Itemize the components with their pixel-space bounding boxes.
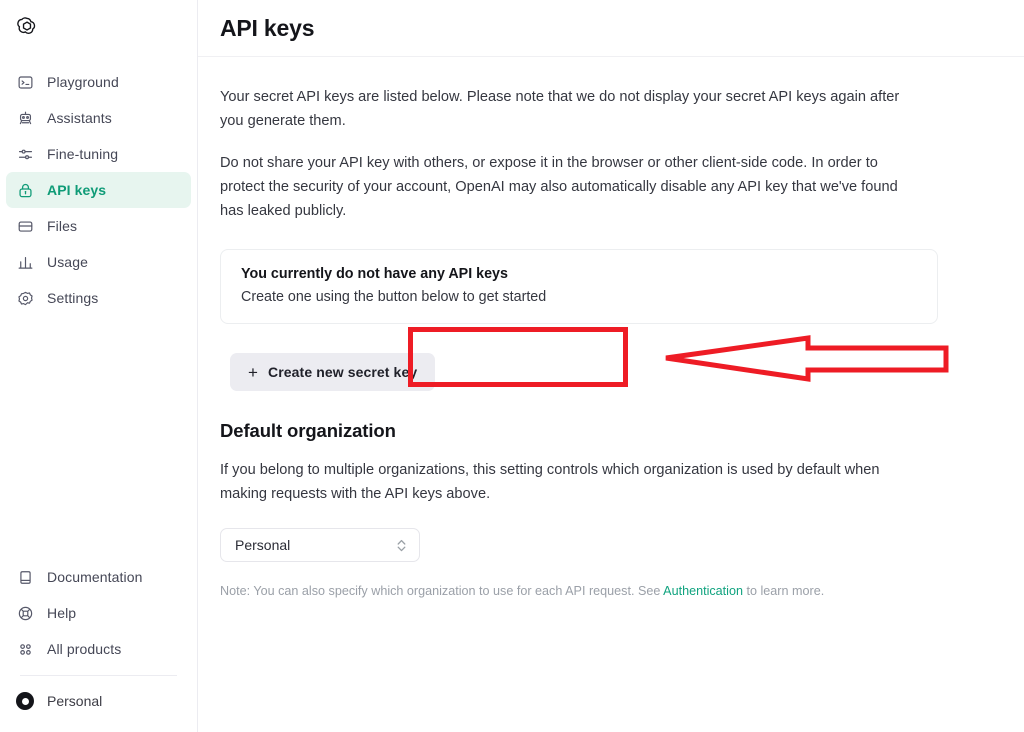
sidebar-item-settings[interactable]: Settings bbox=[6, 280, 191, 316]
content-body: Your secret API keys are listed below. P… bbox=[198, 57, 1024, 600]
sidebar-item-label: All products bbox=[47, 641, 122, 657]
avatar-icon bbox=[16, 692, 34, 710]
sliders-icon bbox=[16, 145, 34, 163]
sidebar-item-label: Documentation bbox=[47, 569, 143, 585]
book-icon bbox=[16, 568, 34, 586]
create-new-secret-key-button[interactable]: + Create new secret key bbox=[230, 353, 436, 391]
terminal-icon bbox=[16, 73, 34, 91]
create-key-row: + Create new secret key bbox=[220, 350, 1002, 394]
sidebar: Playground Assistants Fine-tuning API ke… bbox=[0, 0, 198, 732]
default-organization-description: If you belong to multiple organizations,… bbox=[220, 462, 880, 502]
authentication-link[interactable]: Authentication bbox=[663, 584, 743, 598]
sidebar-item-label: Settings bbox=[47, 290, 99, 306]
default-organization-heading: Default organization bbox=[220, 420, 396, 441]
robot-icon bbox=[16, 109, 34, 127]
page-header: API keys bbox=[198, 0, 1024, 56]
app-root: Playground Assistants Fine-tuning API ke… bbox=[0, 0, 1024, 732]
callout-title: You currently do not have any API keys bbox=[241, 266, 508, 282]
intro-paragraph-2: Do not share your API key with others, o… bbox=[220, 155, 898, 219]
folder-icon bbox=[16, 217, 34, 235]
sidebar-item-label: Help bbox=[47, 605, 77, 621]
sidebar-divider bbox=[20, 675, 177, 676]
sidebar-item-label: Playground bbox=[47, 74, 119, 90]
sidebar-user-label: Personal bbox=[47, 693, 103, 709]
sidebar-item-files[interactable]: Files bbox=[6, 208, 191, 244]
sidebar-item-help[interactable]: Help bbox=[6, 595, 191, 631]
sidebar-item-usage[interactable]: Usage bbox=[6, 244, 191, 280]
no-keys-callout: You currently do not have any API keys C… bbox=[220, 249, 938, 324]
chevron-updown-icon bbox=[396, 538, 407, 553]
sidebar-item-label: API keys bbox=[47, 182, 107, 198]
create-new-secret-key-label: Create new secret key bbox=[268, 364, 418, 380]
organization-select-wrap: Personal bbox=[220, 528, 1002, 562]
page-title: API keys bbox=[220, 14, 315, 41]
main-content: API keys Your secret API keys are listed… bbox=[198, 0, 1024, 732]
note-prefix: Note: You can also specify which organiz… bbox=[220, 584, 664, 598]
secondary-nav: Documentation Help All products Personal bbox=[0, 559, 197, 732]
primary-nav: Playground Assistants Fine-tuning API ke… bbox=[0, 64, 197, 316]
sidebar-item-all-products[interactable]: All products bbox=[6, 631, 191, 667]
sidebar-item-documentation[interactable]: Documentation bbox=[6, 559, 191, 595]
brand-logo[interactable] bbox=[0, 0, 197, 56]
sidebar-user-account[interactable]: Personal bbox=[6, 684, 191, 718]
callout-subtitle: Create one using the button below to get… bbox=[241, 289, 547, 305]
organization-note: Note: You can also specify which organiz… bbox=[220, 582, 1002, 600]
sidebar-item-label: Assistants bbox=[47, 110, 112, 126]
sidebar-item-label: Files bbox=[47, 218, 78, 234]
grid-icon bbox=[16, 640, 34, 658]
sidebar-item-playground[interactable]: Playground bbox=[6, 64, 191, 100]
plus-icon: + bbox=[248, 362, 259, 382]
organization-select-value: Personal bbox=[235, 537, 291, 553]
sidebar-item-assistants[interactable]: Assistants bbox=[6, 100, 191, 136]
lock-icon bbox=[16, 181, 34, 199]
note-suffix: to learn more. bbox=[743, 584, 825, 598]
organization-select[interactable]: Personal bbox=[220, 528, 420, 562]
intro-paragraph-1: Your secret API keys are listed below. P… bbox=[220, 89, 900, 129]
bar-chart-icon bbox=[16, 253, 34, 271]
sidebar-item-label: Fine-tuning bbox=[47, 146, 119, 162]
gear-icon bbox=[16, 289, 34, 307]
sidebar-item-label: Usage bbox=[47, 254, 88, 270]
sidebar-item-fine-tuning[interactable]: Fine-tuning bbox=[6, 136, 191, 172]
openai-logo-icon bbox=[14, 15, 40, 41]
sidebar-item-api-keys[interactable]: API keys bbox=[6, 172, 191, 208]
lifebuoy-icon bbox=[16, 604, 34, 622]
